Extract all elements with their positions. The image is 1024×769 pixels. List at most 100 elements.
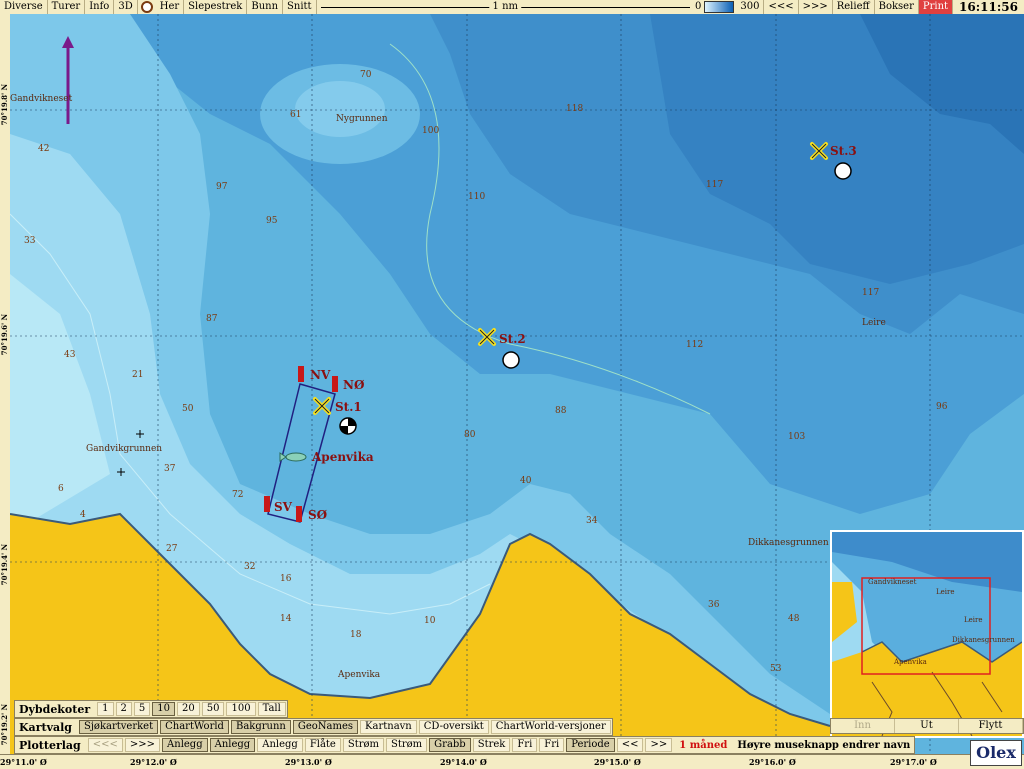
layer-option[interactable]: Strek [472,738,511,752]
menu-3d[interactable]: 3D [114,0,138,14]
zoom-in-button[interactable]: Inn [831,719,895,733]
depth-max-label: 300 [736,0,765,14]
contour-option[interactable]: Tall [257,702,286,716]
overview-label: Leire [964,616,983,624]
lon-label: 29°14.0' Ø [440,757,487,767]
depth-number: 118 [566,104,584,114]
layer-option[interactable]: Strøm [386,738,428,752]
mark-sv[interactable]: SV [274,500,292,514]
lat-label: 70°19.2' N [0,704,9,746]
layer-next-button[interactable]: >>> [124,738,161,752]
depth-number: 88 [555,406,567,416]
olex-logo: Olex [970,740,1022,766]
contour-option[interactable]: 50 [201,702,225,716]
depth-number: 117 [706,180,724,190]
depth-number: 48 [788,614,800,624]
depth-number: 16 [280,574,292,584]
contour-option[interactable]: 2 [115,702,132,716]
depth-number: 42 [38,144,50,154]
depth-number: 95 [266,216,278,226]
place-leire: Leire [862,318,886,328]
print-button[interactable]: Print [918,0,954,14]
depth-number: 103 [788,432,806,442]
layer-option[interactable]: Grabb [429,738,471,752]
move-button[interactable]: Flytt [959,719,1023,733]
depth-gradient[interactable] [704,1,735,13]
chart-source-option[interactable]: Kartnavn [360,720,417,734]
period-prev-button[interactable]: << [616,738,644,752]
zoom-out-button[interactable]: Ut [895,719,959,733]
depth-number: 112 [686,340,704,350]
depth-number: 117 [862,288,880,298]
depth-number: 100 [422,126,440,136]
layer-option[interactable]: Anlegg [162,738,208,752]
fish-label[interactable]: Apenvika [312,450,374,464]
station-2-label[interactable]: St.2 [499,332,526,346]
menu-her[interactable]: Her [156,0,185,14]
contour-option[interactable]: 100 [226,702,256,716]
next-button[interactable]: >>> [799,0,833,14]
chart-source-option[interactable]: CD-oversikt [418,720,489,734]
depth-number: 14 [280,614,292,624]
depth-number: 40 [520,476,532,486]
chart-source-option[interactable]: ChartWorld [160,720,229,734]
dybdekoter-title: Dybdekoter [19,702,91,716]
contour-option[interactable]: 1 [97,702,114,716]
relief-button[interactable]: Relieff [833,0,875,14]
mark-no[interactable]: NØ [343,378,364,392]
station-3-label[interactable]: St.3 [830,144,857,158]
station-1-label[interactable]: St.1 [335,400,362,414]
bokser-button[interactable]: Bokser [875,0,919,14]
scale-bar: 1 nm [317,0,694,14]
hint-text: Høyre museknapp endrer navn [737,739,911,751]
contour-option[interactable]: 5 [133,702,151,716]
depth-number: 53 [770,664,782,674]
lat-label: 70°19.8' N [0,84,9,126]
depth-number: 87 [206,314,218,324]
prev-button[interactable]: <<< [764,0,799,14]
chart-source-option[interactable]: Bakgrunn [230,720,291,734]
lon-label: 29°17.0' Ø [890,757,937,767]
layer-option[interactable]: Fri [512,738,538,752]
kartvalg-panel: Kartvalg Sjøkartverket ChartWorld Bakgru… [14,718,613,736]
depth-number: 97 [216,182,228,192]
layer-option[interactable]: Strøm [342,738,385,752]
mark-so[interactable]: SØ [308,508,327,522]
compass-icon[interactable] [140,1,153,13]
layer-option[interactable]: Anlegg [257,738,303,752]
place-gandvikneset: Gandvikneset [10,94,73,104]
menu-turer[interactable]: Turer [48,0,86,14]
depth-min-label: 0 [694,1,702,12]
layer-option[interactable]: Anlegg [209,738,256,752]
depth-number: 32 [244,562,256,572]
menu-slepestrek[interactable]: Slepestrek [184,0,248,14]
dybdekoter-panel: Dybdekoter 1 2 5 10 20 50 100 Tall [14,700,288,718]
menu-info[interactable]: Info [85,0,115,14]
contour-option[interactable]: 20 [177,702,200,716]
period-button[interactable]: Periode [566,738,615,752]
place-apenvika: Apenvika [338,670,381,680]
depth-number: 110 [468,192,486,202]
chart-source-option[interactable]: ChartWorld-versjoner [490,720,611,734]
chart-source-option[interactable]: Sjøkartverket [78,720,159,734]
layer-option[interactable]: Flåte [304,738,341,752]
menu-snitt[interactable]: Snitt [283,0,317,14]
overview-label: Apenvika [894,658,927,666]
layer-prev-button[interactable]: <<< [87,738,123,752]
overview-map[interactable]: Gandvikneset Leire Leire Apenvika Dikkan… [830,530,1024,738]
place-dikkanesgrunnen: Dikkanesgrunnen [748,538,829,548]
layer-option[interactable]: Fri [539,738,565,752]
menu-diverse[interactable]: Diverse [0,0,48,14]
depth-number: 37 [164,464,176,474]
menu-bunn[interactable]: Bunn [247,0,284,14]
depth-number: 6 [58,484,64,494]
mark-nv[interactable]: NV [310,368,330,382]
depth-number: 4 [80,510,86,520]
chart-source-option[interactable]: GeoNames [292,720,359,734]
depth-number: 61 [290,110,302,120]
longitude-scale: 29°11.0' Ø 29°12.0' Ø 29°13.0' Ø 29°14.0… [0,754,1024,769]
contour-option-selected[interactable]: 10 [152,702,176,716]
period-next-button[interactable]: >> [645,738,673,752]
place-gandvikgrunnen: Gandvikgrunnen [86,444,163,454]
depth-number: 34 [586,516,598,526]
